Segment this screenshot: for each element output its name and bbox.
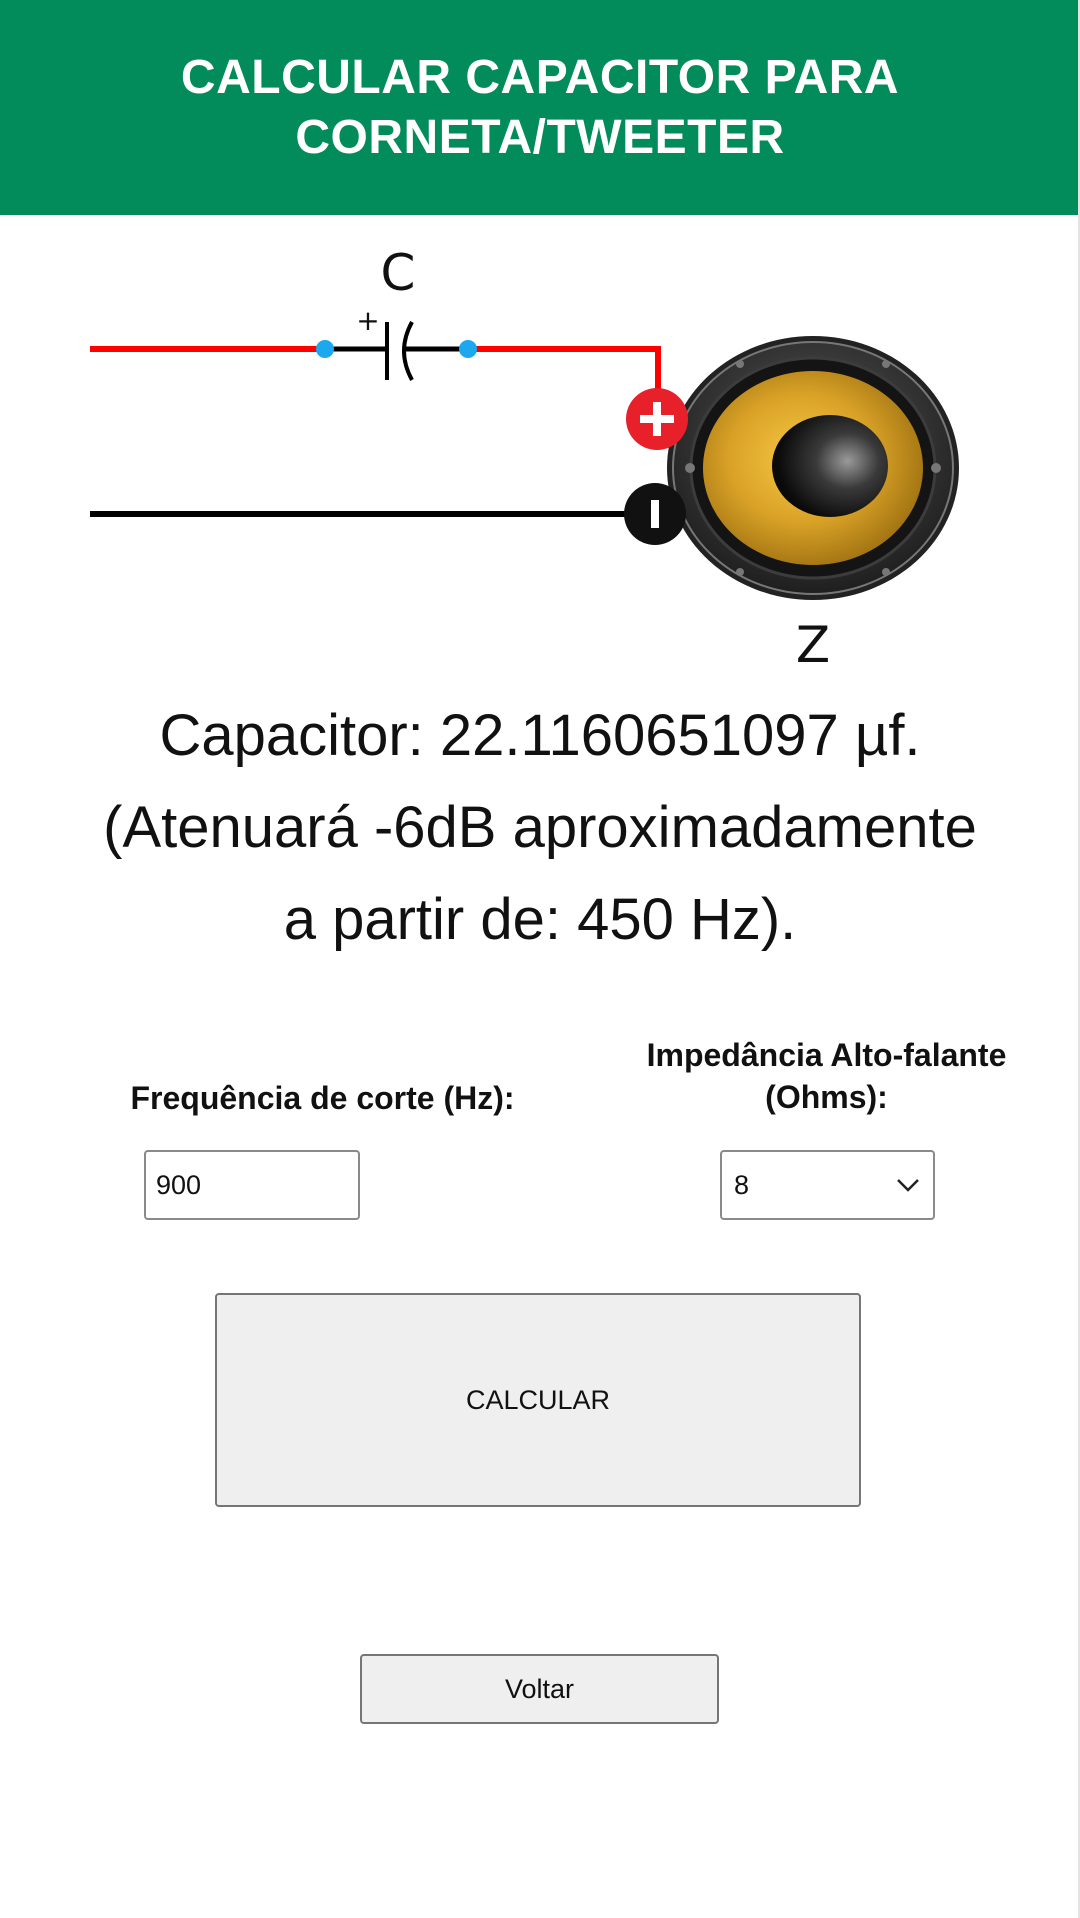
frequency-input[interactable] <box>144 1150 360 1220</box>
impedance-label: Impedância Alto-falante (Ohms): <box>620 1034 1033 1118</box>
junction-node-left <box>316 340 334 358</box>
result-frequency: a partir de: 450 Hz). <box>283 887 797 952</box>
impedance-label-line2: (Ohms): <box>765 1079 888 1115</box>
app-screen: CALCULAR CAPACITOR PARA CORNETA/TWEETER <box>0 0 1080 1918</box>
capacitor-polarity-sign: + <box>356 304 379 337</box>
frequency-label: Frequência de corte (Hz): <box>130 1080 515 1116</box>
app-header: CALCULAR CAPACITOR PARA CORNETA/TWEETER <box>0 0 1080 215</box>
result-capacitance: Capacitor: 22.1160651097 µf. <box>159 703 921 768</box>
circuit-diagram: C + Z <box>90 244 959 674</box>
negative-terminal-icon <box>624 483 686 545</box>
chevron-down-icon <box>895 1172 921 1198</box>
impedance-label-line1: Impedância Alto-falante <box>646 1037 1007 1073</box>
back-button[interactable]: Voltar <box>360 1654 719 1724</box>
result-attenuation: (Atenuará -6dB aproximadamente <box>103 795 977 860</box>
calculate-button[interactable]: CALCULAR <box>215 1293 861 1507</box>
speaker-icon <box>667 336 959 600</box>
positive-wire-right <box>468 346 661 410</box>
impedance-select[interactable]: 8 <box>720 1150 935 1220</box>
capacitor-label: C <box>381 244 416 302</box>
junction-node-right <box>459 340 477 358</box>
speaker-impedance-label: Z <box>796 616 830 674</box>
impedance-select-value: 8 <box>734 1169 750 1200</box>
positive-terminal-icon <box>626 388 688 450</box>
result-text: Capacitor: 22.1160651097 µf. (Atenuará -… <box>40 690 1040 966</box>
page-title: CALCULAR CAPACITOR PARA CORNETA/TWEETER <box>180 50 900 164</box>
